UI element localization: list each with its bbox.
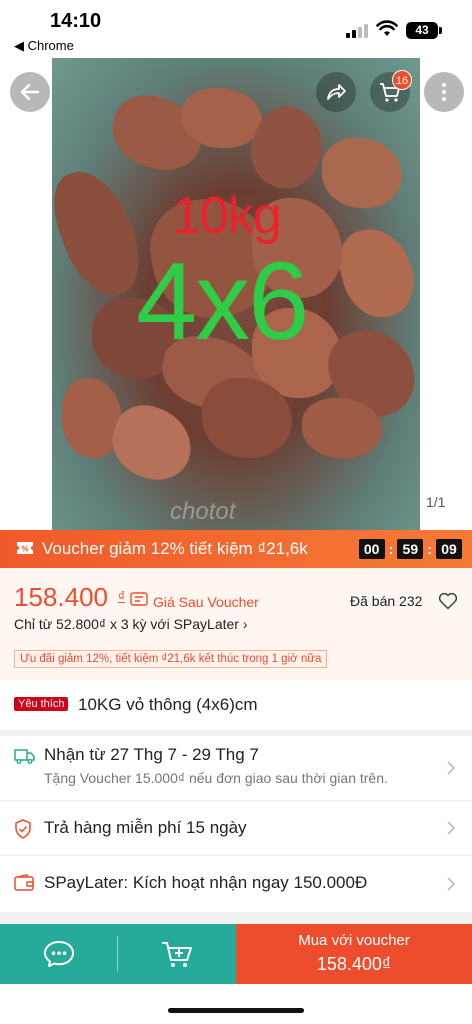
back-to-app-link[interactable]: ◀ Chrome — [14, 38, 74, 54]
sold-count: Đã bán 232 — [350, 593, 423, 609]
after-voucher-label: Giá Sau Voucher — [153, 594, 259, 610]
voucher-banner-text: Voucher giảm 12% tiết kiệm ₫21,6k — [42, 539, 308, 558]
chevron-right-icon — [447, 877, 456, 891]
arrow-left-icon — [20, 83, 40, 101]
buy-with-voucher-button[interactable]: Mua với voucher 158.400₫ — [236, 924, 472, 984]
more-options-button[interactable] — [424, 72, 464, 112]
image-counter: 1/1 — [426, 494, 446, 510]
chevron-right-icon — [447, 761, 456, 775]
chat-icon — [44, 941, 74, 967]
status-bar: 14:10 ◀ Chrome 43 — [0, 0, 472, 58]
cellular-signal-icon — [346, 24, 370, 38]
shipping-voucher-note: Tặng Voucher 15.000₫ nếu đơn giao sau th… — [44, 770, 388, 786]
wallet-icon — [14, 874, 34, 891]
wifi-icon — [376, 20, 398, 36]
clock: 14:10 — [50, 10, 102, 32]
svg-text:%: % — [21, 545, 28, 554]
add-to-cart-button[interactable] — [118, 924, 236, 984]
installment-link[interactable]: Chỉ từ 52.800₫ x 3 kỳ với SPayLater › — [14, 616, 248, 632]
battery-tip — [439, 27, 442, 34]
section-divider — [0, 912, 472, 924]
chevron-right-icon — [447, 821, 456, 835]
truck-icon — [14, 749, 35, 764]
watermark: chotot — [170, 498, 236, 525]
favorite-badge: Yêu thích — [14, 697, 69, 711]
price-currency: ₫ — [118, 588, 126, 604]
cart-count-badge: 16 — [392, 70, 412, 90]
product-title-section: Yêu thích 10KG vỏ thông (4x6)cm — [0, 680, 472, 730]
price-section: 158.400 ₫ Giá Sau Voucher Đã bán 232 Chỉ… — [0, 568, 472, 680]
home-indicator — [168, 1008, 304, 1013]
spaylater-text: SPayLater: Kích hoạt nhận ngay 150.000Đ — [44, 873, 368, 892]
shipping-row[interactable]: Nhận từ 27 Thg 7 - 29 Thg 7 Tặng Voucher… — [0, 736, 472, 800]
countdown-timer: 00 : 59 : 09 — [358, 539, 462, 559]
back-button[interactable] — [10, 72, 50, 112]
heart-icon[interactable] — [438, 592, 458, 610]
voucher-ticket-icon: % — [17, 542, 33, 554]
product-title: 10KG vỏ thông (4x6)cm — [78, 695, 258, 714]
size-overlay-text: 4x6 — [136, 240, 309, 363]
share-icon — [327, 84, 346, 100]
more-vertical-icon — [442, 83, 446, 101]
promo-note: Ưu đãi giảm 12%, tiết kiệm ₫21,6k kết th… — [14, 650, 328, 668]
shipping-date: Nhận từ 27 Thg 7 - 29 Thg 7 — [44, 745, 259, 764]
buy-button-price: 158.400₫ — [316, 954, 392, 974]
battery-icon: 43 — [406, 22, 438, 39]
shield-check-icon — [15, 819, 31, 839]
countdown-seconds: 09 — [436, 539, 462, 559]
weight-overlay-text: 10kg — [172, 187, 282, 245]
returns-row[interactable]: Trả hàng miễn phí 15 ngày — [0, 801, 472, 855]
bottom-action-bar: Mua với voucher 158.400₫ — [0, 924, 472, 984]
price-tag-icon — [130, 592, 148, 606]
share-button[interactable] — [316, 72, 356, 112]
countdown-minutes: 59 — [397, 539, 424, 559]
countdown-hours: 00 — [358, 539, 385, 559]
product-image-gallery[interactable]: 10kg 4x6 chotot 1/1 16 — [0, 58, 472, 530]
spaylater-row[interactable]: SPayLater: Kích hoạt nhận ngay 150.000Đ — [0, 856, 472, 912]
returns-text: Trả hàng miễn phí 15 ngày — [44, 818, 247, 837]
buy-button-label: Mua với voucher — [298, 932, 410, 949]
voucher-banner[interactable]: % Voucher giảm 12% tiết kiệm ₫21,6k 00 :… — [0, 530, 472, 568]
add-cart-icon — [162, 942, 192, 967]
price-amount: 158.400 — [14, 582, 108, 612]
chat-button[interactable] — [0, 924, 118, 984]
